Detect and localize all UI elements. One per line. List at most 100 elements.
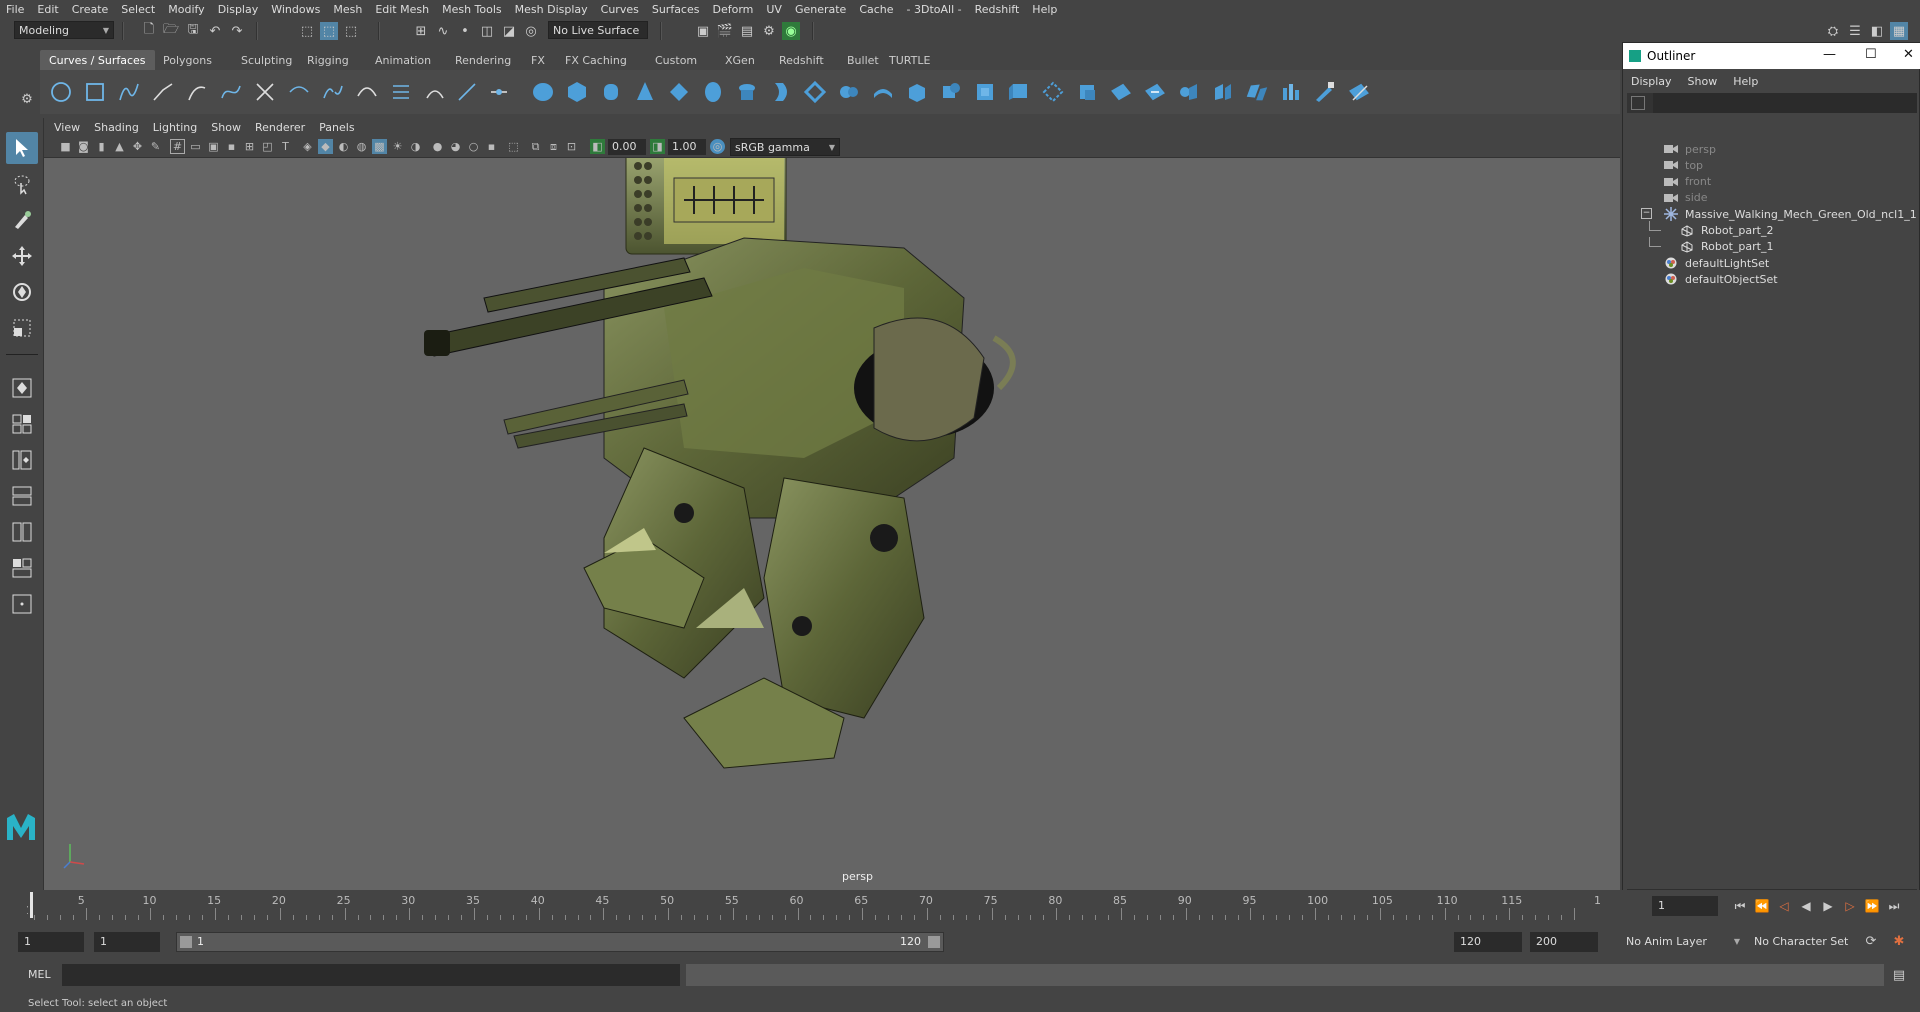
- smooth-shade-icon[interactable]: ◆: [318, 139, 333, 154]
- xray-components-icon[interactable]: ⊡: [564, 139, 579, 154]
- outliner-search-input[interactable]: [1653, 93, 1917, 113]
- step-forward-key-icon[interactable]: ⏩: [1864, 898, 1880, 914]
- ep-curve-icon[interactable]: [150, 79, 176, 105]
- layout-options-icon[interactable]: [6, 588, 38, 620]
- open-scene-icon[interactable]: 🗁: [162, 22, 180, 40]
- nurbs-square-icon[interactable]: [82, 79, 108, 105]
- filter-options-icon[interactable]: [1631, 96, 1645, 110]
- color-management-icon[interactable]: ◎: [710, 139, 725, 154]
- shadows-icon[interactable]: ◑: [408, 139, 423, 154]
- gamma-field[interactable]: 1.00: [668, 139, 706, 155]
- film-gate-icon[interactable]: ▭: [188, 139, 203, 154]
- menu-display[interactable]: Display: [218, 3, 259, 16]
- anti-aliasing-icon[interactable]: ○: [466, 139, 481, 154]
- collapse-icon[interactable]: −: [1641, 208, 1652, 220]
- snap-surface-icon[interactable]: ◪: [500, 22, 518, 40]
- rebuild-curve-icon[interactable]: [354, 79, 380, 105]
- wireframe-on-shaded-icon[interactable]: ◍: [354, 139, 369, 154]
- exposure-icon[interactable]: ◧: [590, 139, 605, 154]
- layout-icon[interactable]: ☰: [1846, 22, 1864, 40]
- outliner-menu-help[interactable]: Help: [1733, 75, 1758, 88]
- intersect-surfaces-icon[interactable]: [1040, 79, 1066, 105]
- resolution-gate-icon[interactable]: ▣: [206, 139, 221, 154]
- paint-select-tool-icon[interactable]: [6, 204, 38, 236]
- wireframe-icon[interactable]: ◈: [300, 139, 315, 154]
- outliner-item-defaultobjectset[interactable]: defaultObjectSet: [1623, 269, 1920, 289]
- script-editor-icon[interactable]: ▤: [1890, 966, 1908, 984]
- panel-layout-icon[interactable]: ◧: [1868, 22, 1886, 40]
- safe-action-icon[interactable]: ◰: [260, 139, 275, 154]
- bookmark-icon[interactable]: ▮: [94, 139, 109, 154]
- menu-curves[interactable]: Curves: [601, 3, 639, 16]
- grid-toggle-icon[interactable]: #: [170, 139, 185, 154]
- revolve-icon[interactable]: [734, 79, 760, 105]
- go-to-start-icon[interactable]: ⏮: [1732, 898, 1748, 914]
- nurbs-circle-icon[interactable]: [48, 79, 74, 105]
- nurbs-sphere-icon[interactable]: [530, 79, 556, 105]
- step-back-key-icon[interactable]: ⏪: [1754, 898, 1770, 914]
- menu-uv[interactable]: UV: [766, 3, 782, 16]
- menu-redshift[interactable]: Redshift: [975, 3, 1020, 16]
- step-forward-frame-icon[interactable]: ▷: [1842, 898, 1858, 914]
- panel-menu-show[interactable]: Show: [211, 121, 241, 134]
- sculpt-geometry-icon[interactable]: [1312, 79, 1338, 105]
- range-end-handle[interactable]: [928, 936, 940, 948]
- persp-outliner-layout-icon[interactable]: [6, 444, 38, 476]
- playback-end-field[interactable]: 120: [1454, 932, 1522, 952]
- panel-menu-panels[interactable]: Panels: [319, 121, 354, 134]
- depth-of-field-icon[interactable]: ▪: [484, 139, 499, 154]
- lasso-tool-icon[interactable]: [6, 168, 38, 200]
- current-frame-marker[interactable]: [30, 892, 33, 918]
- project-curve-icon[interactable]: [1074, 79, 1100, 105]
- ipr-render-icon[interactable]: ▤: [738, 22, 756, 40]
- menu-create[interactable]: Create: [72, 3, 109, 16]
- maximize-icon[interactable]: ☐: [1865, 47, 1877, 62]
- panel-menu-lighting[interactable]: Lighting: [153, 121, 197, 134]
- hypershade-layout-icon[interactable]: [6, 516, 38, 548]
- motion-blur-icon[interactable]: ◕: [448, 139, 463, 154]
- close-icon[interactable]: ✕: [1903, 47, 1914, 62]
- render-frame-icon[interactable]: 🎬: [716, 22, 734, 40]
- menu-edit[interactable]: Edit: [37, 3, 58, 16]
- tab-fx[interactable]: FX: [522, 50, 554, 70]
- outliner-menu-display[interactable]: Display: [1631, 75, 1672, 88]
- custom-layout-icon[interactable]: [6, 552, 38, 584]
- isolate-select-icon[interactable]: ⬚: [506, 139, 521, 154]
- untrim-icon[interactable]: [1142, 79, 1168, 105]
- xray-joints-icon[interactable]: ⧈: [546, 139, 561, 154]
- command-input[interactable]: [62, 964, 680, 986]
- render-settings-icon[interactable]: ⚙: [760, 22, 778, 40]
- menu-help[interactable]: Help: [1032, 3, 1057, 16]
- character-set-dropdown[interactable]: No Character Set: [1750, 932, 1860, 950]
- snap-grid-icon[interactable]: ⊞: [412, 22, 430, 40]
- make-live-icon[interactable]: ◎: [522, 22, 540, 40]
- live-surface-field[interactable]: No Live Surface: [548, 21, 648, 39]
- snap-point-icon[interactable]: •: [456, 22, 474, 40]
- undo-icon[interactable]: ↶: [206, 22, 224, 40]
- range-slider-bar[interactable]: 1 120: [176, 932, 944, 952]
- tab-animation[interactable]: Animation: [366, 50, 440, 70]
- snap-curve-icon[interactable]: ∿: [434, 22, 452, 40]
- offset-curve-icon[interactable]: [388, 79, 414, 105]
- select-hierarchy-icon[interactable]: ⬚: [298, 22, 316, 40]
- outliner-toggle-icon[interactable]: ▦: [1890, 22, 1908, 40]
- menu-set-dropdown[interactable]: Modeling ▼: [14, 21, 114, 39]
- surface-editing-icon[interactable]: [1346, 79, 1372, 105]
- birail-icon[interactable]: [870, 79, 896, 105]
- single-perspective-layout-icon[interactable]: [6, 372, 38, 404]
- menu-mesh-tools[interactable]: Mesh Tools: [442, 3, 502, 16]
- animation-preferences-icon[interactable]: ✱: [1890, 932, 1908, 950]
- workspace-icon[interactable]: ⛭: [1824, 22, 1842, 40]
- redo-icon[interactable]: ↷: [228, 22, 246, 40]
- nurbs-plane-icon[interactable]: [666, 79, 692, 105]
- menu-cache[interactable]: Cache: [859, 3, 893, 16]
- current-frame-field[interactable]: 1: [1652, 896, 1718, 916]
- nurbs-cube-icon[interactable]: [564, 79, 590, 105]
- gate-mask-icon[interactable]: ▪: [224, 139, 239, 154]
- time-slider[interactable]: 5 10 15 20 25 30 35 40 45 50 55 60 65 70 75 80 85 90 95 100…: [28, 890, 1620, 922]
- attach-surfaces-icon[interactable]: [1176, 79, 1202, 105]
- safe-title-icon[interactable]: T: [278, 139, 293, 154]
- tab-custom[interactable]: Custom: [646, 50, 706, 70]
- detach-surfaces-icon[interactable]: [1210, 79, 1236, 105]
- pencil-curve-icon[interactable]: [184, 79, 210, 105]
